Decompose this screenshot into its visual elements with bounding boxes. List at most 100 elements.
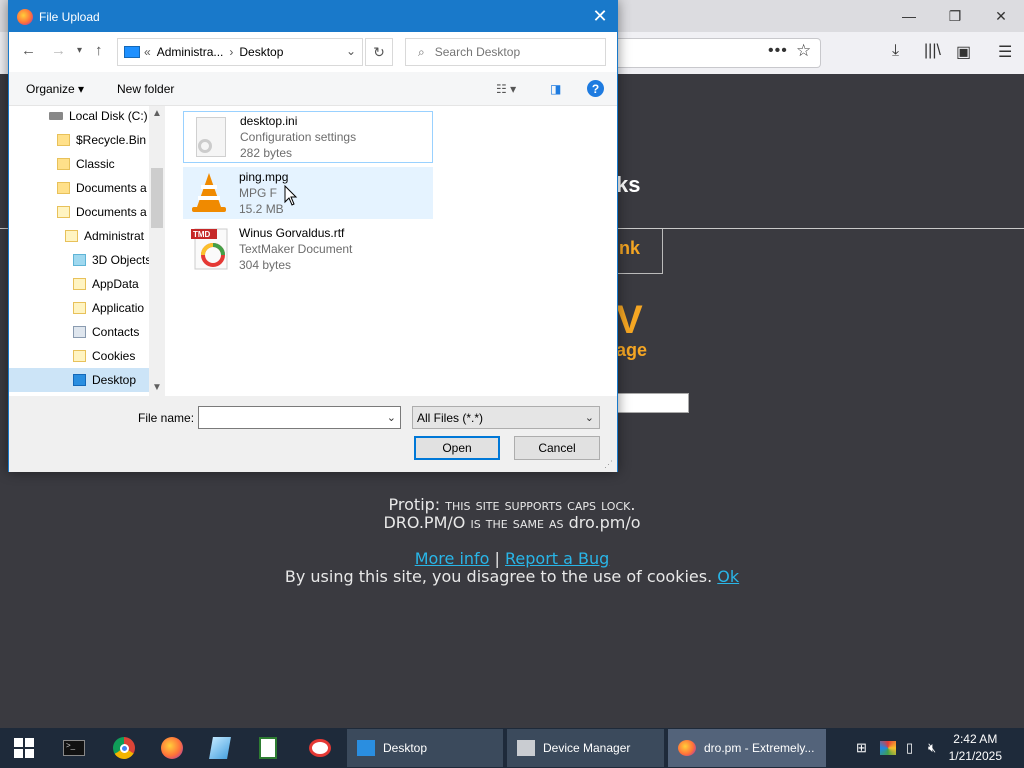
url-case-line: DRO.PM/O is the same as dro.pm/o [0, 513, 1024, 532]
up-arrow-icon[interactable]: ↑ [95, 42, 103, 59]
spreadsheet-app-icon[interactable] [248, 728, 288, 768]
taskbar-window-device-manager[interactable]: Device Manager [507, 729, 664, 767]
forward-arrow-icon[interactable]: → [51, 42, 66, 59]
folder-icon [73, 350, 86, 362]
tree-item-label: Classic [76, 157, 115, 171]
tree-item-label: Applicatio [92, 301, 145, 315]
file-upload-dialog: File Upload ✕ ← → ▾ ↑ « Administra... › … [8, 0, 618, 472]
tree-item-appdata[interactable]: AppData [73, 272, 139, 296]
preview-pane-icon[interactable]: ◨ [550, 82, 561, 96]
download-icon[interactable]: ⤓ [892, 42, 899, 60]
tree-item-label: $Recycle.Bin [76, 133, 147, 147]
nav-pane-scrollbar[interactable]: ▲ ▼ [149, 106, 165, 396]
breadcrumb-current[interactable]: Desktop [239, 45, 283, 59]
file-item-desktop-ini[interactable]: desktop.ini Configuration settings 282 b… [183, 111, 433, 163]
taskbar-window-desktop[interactable]: Desktop [347, 729, 503, 767]
close-window-icon[interactable]: ✕ [978, 0, 1024, 32]
mouse-cursor-icon [284, 185, 298, 206]
new-folder-button[interactable]: New folder [117, 82, 174, 96]
file-item-winus-rtf[interactable]: TMD Winus Gorvaldus.rtf TextMaker Docume… [183, 223, 433, 275]
firefox-icon [678, 740, 696, 756]
contacts-icon [73, 326, 86, 338]
device-manager-icon [517, 740, 535, 756]
sidebar-icon[interactable]: ▣ [956, 42, 971, 62]
vlc-icon [187, 171, 231, 215]
back-arrow-icon[interactable]: ← [21, 42, 36, 59]
view-options-icon[interactable]: ☷ ▾ [496, 82, 516, 96]
minimize-icon[interactable]: — [886, 0, 932, 32]
open-button[interactable]: Open [414, 436, 500, 460]
page-actions-icon[interactable]: ••• [768, 42, 788, 60]
tree-item-recycle-bin[interactable]: $Recycle.Bin [57, 128, 146, 152]
help-icon[interactable]: ? [587, 80, 604, 97]
tree-item-documents-2[interactable]: Documents a [57, 200, 147, 224]
cookie-ok-link[interactable]: Ok [717, 567, 739, 586]
tree-item-local-disk[interactable]: Local Disk (C:) [49, 106, 148, 128]
folder-icon [73, 302, 86, 314]
scroll-down-icon[interactable]: ▼ [152, 382, 162, 393]
volume-muted-icon[interactable]: 🔇︎ [928, 728, 936, 768]
start-button[interactable] [4, 728, 44, 768]
library-icon[interactable]: |||\ [924, 42, 941, 60]
menu-icon[interactable]: ☰ [998, 42, 1012, 62]
firefox-icon[interactable] [152, 728, 192, 768]
overflow-chevron-icon[interactable]: « [144, 45, 151, 59]
color-app-icon[interactable] [880, 728, 896, 768]
report-bug-link[interactable]: Report a Bug [505, 549, 609, 568]
tree-item-label: Local Disk (C:) [69, 109, 148, 123]
network-icon[interactable]: ⊞ [856, 728, 867, 768]
chevron-down-icon[interactable]: ⌄ [387, 411, 396, 424]
breadcrumb-parent[interactable]: Administra... [157, 45, 224, 59]
dialog-footer: File name: ⌄ All Files (*.*) ⌄ Open Canc… [9, 396, 617, 472]
clock-date: 1/21/2025 [948, 749, 1002, 763]
recent-locations-icon[interactable]: ▾ [77, 45, 82, 56]
url-bar[interactable] [616, 38, 821, 68]
search-box[interactable]: ⌕ [405, 38, 606, 66]
file-item-ping-mpg[interactable]: ping.mpg MPG F 15.2 MB [183, 167, 433, 219]
svg-text:TMD: TMD [193, 230, 211, 239]
notes-app-icon[interactable] [200, 728, 240, 768]
textmaker-icon: TMD [187, 227, 231, 271]
clock-time: 2:42 AM [953, 732, 998, 746]
explorer-icon [357, 740, 375, 756]
tree-item-3d-objects[interactable]: 3D Objects [73, 248, 151, 272]
file-name-input[interactable]: ⌄ [198, 406, 401, 429]
folder-icon [65, 230, 78, 242]
resize-grip-icon[interactable]: ⋰ [604, 459, 613, 470]
tree-item-documents-1[interactable]: Documents a [57, 176, 147, 200]
taskbar-window-firefox[interactable]: dro.pm - Extremely... [668, 729, 826, 767]
chrome-icon[interactable] [104, 728, 144, 768]
tree-item-contacts[interactable]: Contacts [73, 320, 139, 344]
more-info-link[interactable]: More info [415, 549, 490, 568]
links-line: More info | Report a Bug [0, 549, 1024, 568]
tree-item-desktop[interactable]: Desktop [9, 368, 149, 392]
file-type-select[interactable]: All Files (*.*) ⌄ [412, 406, 600, 429]
tree-item-cookies[interactable]: Cookies [73, 344, 135, 368]
file-size: 304 bytes [239, 258, 292, 272]
dialog-close-button[interactable]: ✕ [587, 4, 613, 28]
file-size: 15.2 MB [239, 202, 284, 216]
restore-icon[interactable]: ❐ [932, 0, 978, 32]
dialog-titlebar: File Upload [9, 1, 617, 32]
tree-item-administrator[interactable]: Administrat [65, 224, 144, 248]
links-separator: | [489, 549, 506, 568]
presentation-app-icon[interactable] [300, 728, 340, 768]
address-dropdown-icon[interactable]: ⌄ [346, 44, 356, 58]
tree-item-label: Desktop [92, 373, 137, 387]
address-bar[interactable]: « Administra... › Desktop ⌄ [117, 38, 363, 66]
page-upload-field[interactable] [616, 393, 689, 413]
cancel-button[interactable]: Cancel [514, 436, 600, 460]
system-clock[interactable]: 2:42 AM 1/21/2025 [949, 731, 1002, 765]
tree-item-application[interactable]: Applicatio [73, 296, 144, 320]
scroll-up-icon[interactable]: ▲ [152, 108, 162, 119]
folder-icon [57, 182, 70, 194]
search-input[interactable] [434, 45, 585, 59]
organize-button[interactable]: Organize ▾ [26, 82, 84, 96]
terminal-icon[interactable]: >_ [54, 728, 94, 768]
refresh-button[interactable]: ↻ [365, 38, 393, 66]
tree-item-classic[interactable]: Classic [57, 152, 115, 176]
usb-icon[interactable]: ▯ [906, 728, 913, 768]
this-pc-icon [124, 46, 140, 58]
bookmark-star-icon[interactable]: ☆ [796, 41, 811, 61]
scrollbar-thumb[interactable] [151, 168, 163, 228]
